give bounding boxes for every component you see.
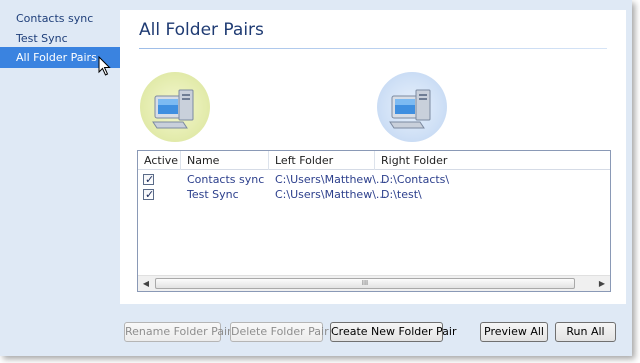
scroll-right-icon[interactable]: ▶	[594, 276, 610, 291]
horizontal-scrollbar[interactable]: ◀ III ▶	[138, 275, 610, 291]
row-right-folder: D:\test\	[381, 188, 422, 201]
scrollbar-thumb[interactable]: III	[155, 278, 575, 289]
checkmark-icon: ✓	[145, 188, 155, 201]
row-name: Contacts sync	[187, 173, 265, 186]
mouse-cursor-icon	[98, 56, 111, 76]
right-computer-icon	[377, 72, 447, 142]
scroll-left-icon[interactable]: ◀	[138, 276, 154, 291]
table-row[interactable]: ✓ Contacts sync C:\Users\Matthew\... D:\…	[138, 172, 610, 188]
active-checkbox[interactable]: ✓	[143, 173, 155, 186]
list-header: Active Name Left Folder Right Folder	[138, 151, 610, 170]
main-panel: All Folder Pairs Active Name Left Folder…	[120, 10, 626, 304]
row-left-folder: C:\Users\Matthew\...	[275, 173, 387, 186]
sidebar-item-contacts-sync[interactable]: Contacts sync	[0, 8, 120, 29]
column-header-left-folder[interactable]: Left Folder	[269, 151, 375, 170]
title-divider	[139, 48, 607, 49]
delete-folder-pair-button[interactable]: Delete Folder Pair	[230, 322, 329, 342]
row-right-folder: D:\Contacts\	[381, 173, 450, 186]
checkmark-icon: ✓	[145, 173, 155, 186]
sidebar: Contacts sync Test Sync All Folder Pairs	[0, 0, 120, 356]
page-title: All Folder Pairs	[139, 20, 264, 40]
sidebar-item-test-sync[interactable]: Test Sync	[0, 28, 120, 49]
preview-all-button[interactable]: Preview All	[480, 322, 548, 342]
run-all-button[interactable]: Run All	[555, 322, 616, 342]
left-computer-icon	[140, 72, 210, 142]
active-checkbox[interactable]: ✓	[143, 188, 155, 201]
column-header-right-folder[interactable]: Right Folder	[375, 151, 610, 170]
column-header-active[interactable]: Active	[138, 151, 181, 170]
column-header-name[interactable]: Name	[181, 151, 269, 170]
row-left-folder: C:\Users\Matthew\...	[275, 188, 387, 201]
row-name: Test Sync	[187, 188, 239, 201]
rename-folder-pair-button[interactable]: Rename Folder Pair	[124, 322, 232, 342]
create-new-folder-pair-button[interactable]: Create New Folder Pair	[330, 322, 457, 342]
table-row[interactable]: ✓ Test Sync C:\Users\Matthew\... D:\test…	[138, 187, 610, 203]
folder-pairs-list[interactable]: Active Name Left Folder Right Folder ✓ C…	[137, 150, 611, 292]
